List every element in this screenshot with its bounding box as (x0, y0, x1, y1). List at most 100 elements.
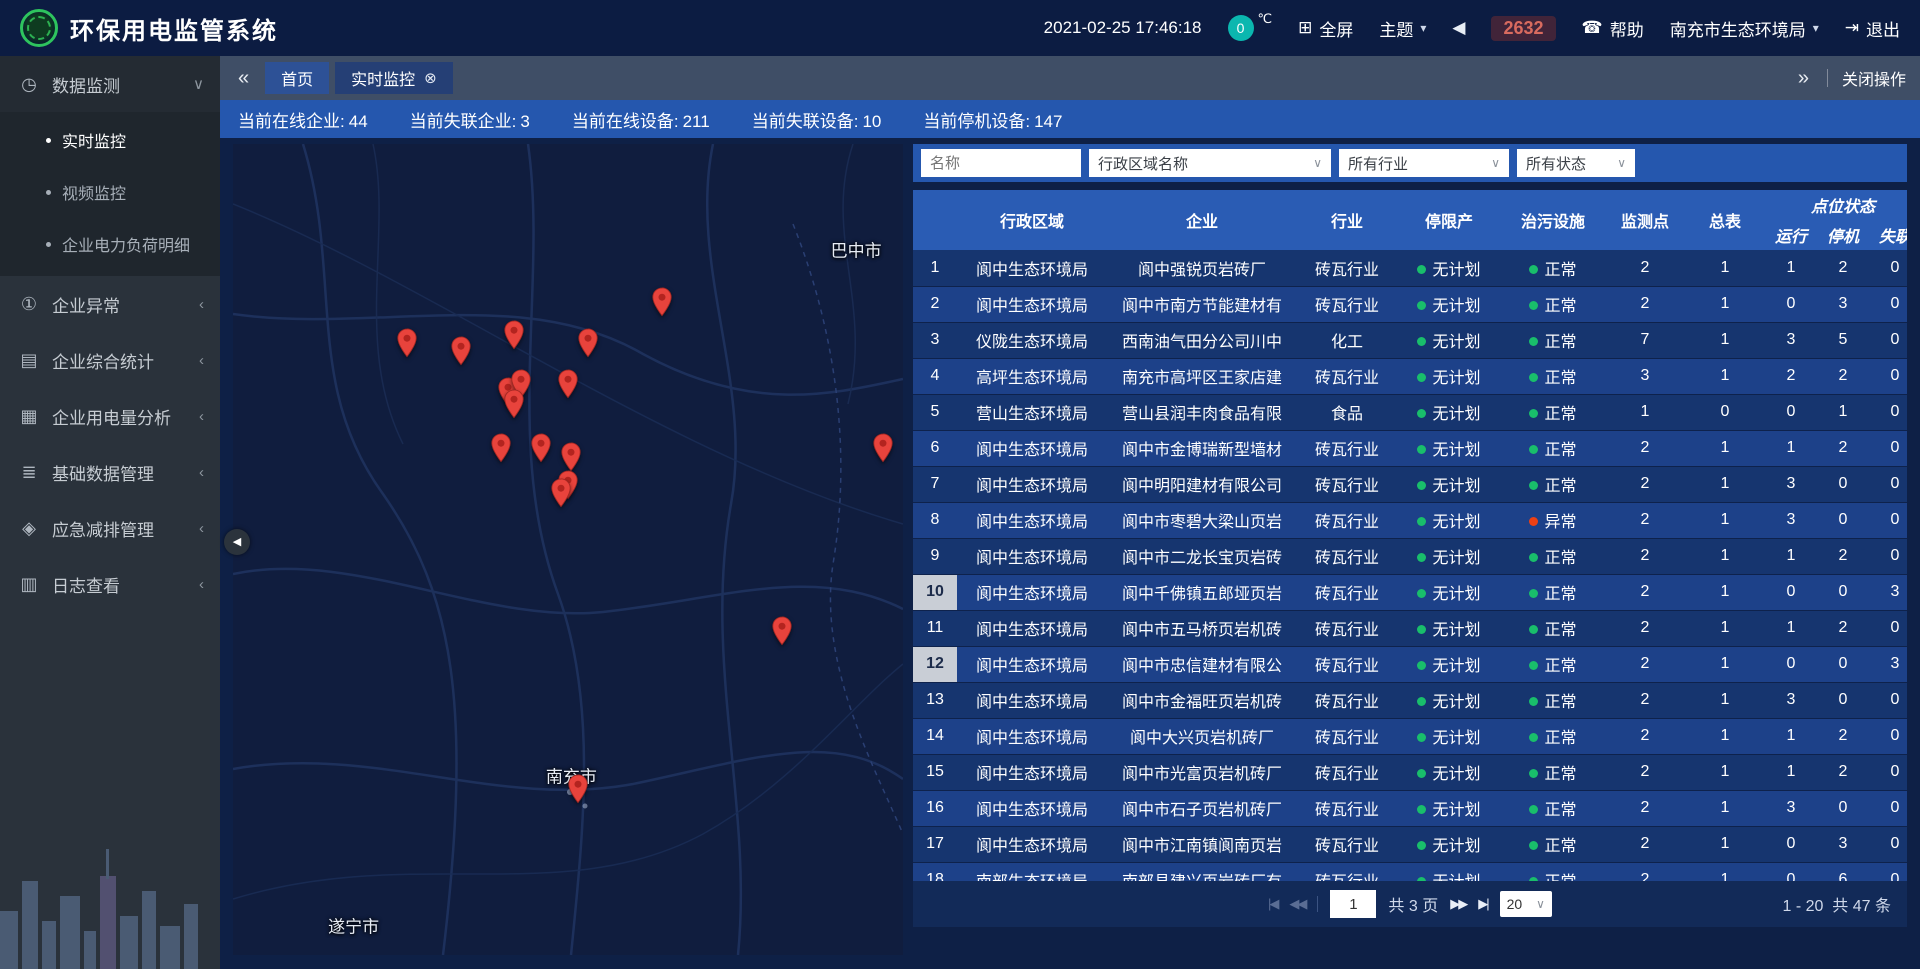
cell-lost-count: 0 (1869, 538, 1907, 574)
sidebar-subitem-0-0[interactable]: 实时监控 (0, 114, 220, 166)
sidebar-item-5[interactable]: ◈应急减排管理‹ (0, 500, 220, 556)
tab-0[interactable]: 首页 (265, 62, 329, 94)
map-pin-icon[interactable] (531, 433, 552, 468)
map-pin-icon[interactable] (651, 287, 672, 322)
map[interactable]: 巴中市南充市遂宁市 (233, 144, 903, 955)
cell-monitor-points: 2 (1605, 466, 1685, 502)
col-header-industry: 行业 (1297, 190, 1397, 250)
col-header-limit: 停限产 (1397, 190, 1501, 250)
header-toolbar: 2021-02-25 17:46:18 0 ℃ ⊞ 全屏 主题 ▾ ◀ 2632… (1044, 15, 1900, 41)
bullet-icon (46, 138, 51, 143)
theme-dropdown[interactable]: 主题 ▾ (1379, 16, 1426, 41)
map-pin-icon[interactable] (491, 433, 512, 468)
chevron-left-icon: ‹ (199, 576, 204, 593)
cell-industry: 砖瓦行业 (1297, 646, 1397, 682)
logout-button[interactable]: ⇥ 退出 (1845, 16, 1900, 41)
map-pin-icon[interactable] (872, 433, 893, 468)
cell-company: 营山县润丰肉食品有限 (1107, 394, 1297, 430)
cell-facility-status: 正常 (1501, 862, 1605, 881)
pagination-next-button[interactable]: ▶▶ (1450, 896, 1466, 912)
sidebar-item-3[interactable]: ▦企业用电量分析‹ (0, 388, 220, 444)
sidebar-item-1[interactable]: ①企业异常‹ (0, 276, 220, 332)
status-dot-icon (1529, 373, 1538, 382)
help-button[interactable]: ☎ 帮助 (1582, 16, 1644, 41)
cell-region: 阆中生态环境局 (957, 502, 1107, 538)
pagination-last-button[interactable]: ▶| (1478, 896, 1487, 912)
table-row[interactable]: 11阆中生态环境局阆中市五马桥页岩机砖砖瓦行业无计划正常21120 (913, 610, 1907, 646)
status-filter-select[interactable]: 所有状态 ∨ (1517, 149, 1635, 177)
table-row[interactable]: 2阆中生态环境局阆中市南方节能建材有砖瓦行业无计划正常21030 (913, 286, 1907, 322)
table-row[interactable]: 16阆中生态环境局阆中市石子页岩机砖厂砖瓦行业无计划正常21300 (913, 790, 1907, 826)
table-row[interactable]: 7阆中生态环境局阆中明阳建材有限公司砖瓦行业无计划正常21300 (913, 466, 1907, 502)
pagination-page-input[interactable] (1330, 890, 1376, 918)
cell-total-meters: 0 (1685, 394, 1765, 430)
table-row[interactable]: 10阆中生态环境局阆中千佛镇五郎垭页岩砖瓦行业无计划正常21003 (913, 574, 1907, 610)
cell-limit-status: 无计划 (1397, 790, 1501, 826)
cell-industry: 砖瓦行业 (1297, 430, 1397, 466)
sidebar-subitem-label: 视频监控 (62, 180, 126, 204)
table-row[interactable]: 1阆中生态环境局阆中强锐页岩砖厂砖瓦行业无计划正常21120 (913, 250, 1907, 286)
table-row[interactable]: 17阆中生态环境局阆中市江南镇阆南页岩砖瓦行业无计划正常21030 (913, 826, 1907, 862)
map-pin-icon[interactable] (772, 616, 793, 651)
cell-lost-count: 0 (1869, 826, 1907, 862)
cell-stop-count: 2 (1817, 538, 1869, 574)
close-icon[interactable]: ⊗ (424, 69, 437, 87)
table-row[interactable]: 12阆中生态环境局阆中市忠信建材有限公砖瓦行业无计划正常21003 (913, 646, 1907, 682)
pagination-first-button[interactable]: |◀ (1268, 896, 1277, 912)
cell-company: 阆中市金福旺页岩机砖 (1107, 682, 1297, 718)
table-row[interactable]: 5营山生态环境局营山县润丰肉食品有限食品无计划正常10010 (913, 394, 1907, 430)
org-dropdown[interactable]: 南充市生态环境局 ▾ (1670, 16, 1819, 41)
status-dot-icon (1417, 265, 1426, 274)
table-row[interactable]: 3仪陇生态环境局西南油气田分公司川中化工无计划正常71350 (913, 322, 1907, 358)
status-dot-icon (1529, 733, 1538, 742)
sidebar-item-0[interactable]: ◷数据监测∨ (0, 56, 220, 112)
region-filter-select[interactable]: 行政区域名称 ∨ (1089, 149, 1331, 177)
table-row[interactable]: 18南部生态环境局南部县建兴页岩砖厂有砖瓦行业无计划正常21060 (913, 862, 1907, 881)
page-size-select[interactable]: 20 ∨ (1500, 891, 1552, 917)
collapse-panel-button[interactable]: ◀ (224, 529, 250, 555)
chevron-left-icon: ‹ (199, 408, 204, 425)
name-filter-input[interactable] (921, 149, 1081, 177)
sidebar-item-4[interactable]: ≣基础数据管理‹ (0, 444, 220, 500)
announcement-icon[interactable]: ◀ (1452, 18, 1465, 38)
table-row[interactable]: 6阆中生态环境局阆中市金博瑞新型墙材砖瓦行业无计划正常21120 (913, 430, 1907, 466)
cell-facility-status: 正常 (1501, 682, 1605, 718)
map-pin-icon[interactable] (504, 320, 525, 355)
map-pin-icon[interactable] (397, 328, 418, 363)
table-row[interactable]: 4高坪生态环境局南充市高坪区王家店建砖瓦行业无计划正常31220 (913, 358, 1907, 394)
close-operations-button[interactable]: 关闭操作 (1842, 66, 1906, 90)
pagination-prev-button[interactable]: ◀◀ (1289, 896, 1305, 912)
row-number: 7 (913, 466, 957, 502)
table-row[interactable]: 9阆中生态环境局阆中市二龙长宝页岩砖砖瓦行业无计划正常21120 (913, 538, 1907, 574)
table-row[interactable]: 13阆中生态环境局阆中市金福旺页岩机砖砖瓦行业无计划正常21300 (913, 682, 1907, 718)
sidebar-item-2[interactable]: ▤企业综合统计‹ (0, 332, 220, 388)
main-area: « 首页实时监控⊗ » 关闭操作 当前在线企业:44当前失联企业:3当前在线设备… (220, 56, 1920, 969)
row-number: 11 (913, 610, 957, 646)
sidebar-item-label: 数据监测 (52, 72, 120, 97)
map-pin-icon[interactable] (504, 389, 525, 424)
scroll-tabs-left-button[interactable]: « (234, 67, 253, 90)
tab-1[interactable]: 实时监控⊗ (335, 62, 453, 94)
cell-industry: 砖瓦行业 (1297, 538, 1397, 574)
col-header-region: 行政区域 (957, 190, 1107, 250)
status-dot-icon (1529, 301, 1538, 310)
map-pin-icon[interactable] (551, 478, 572, 513)
row-number: 3 (913, 322, 957, 358)
table-row[interactable]: 14阆中生态环境局阆中大兴页岩机砖厂砖瓦行业无计划正常21120 (913, 718, 1907, 754)
sidebar-subitem-0-1[interactable]: 视频监控 (0, 166, 220, 218)
map-pin-icon[interactable] (568, 774, 589, 809)
cell-lost-count: 0 (1869, 430, 1907, 466)
map-pin-icon[interactable] (558, 369, 579, 404)
industry-filter-select[interactable]: 所有行业 ∨ (1339, 149, 1509, 177)
tab-list: 首页实时监控⊗ (265, 62, 453, 94)
fullscreen-button[interactable]: ⊞ 全屏 (1298, 16, 1353, 41)
cell-total-meters: 1 (1685, 286, 1765, 322)
table-row[interactable]: 15阆中生态环境局阆中市光富页岩机砖厂砖瓦行业无计划正常21120 (913, 754, 1907, 790)
map-pin-icon[interactable] (578, 328, 599, 363)
sidebar-subitem-0-2[interactable]: 企业电力负荷明细 (0, 218, 220, 270)
map-pin-icon[interactable] (450, 336, 471, 371)
scroll-tabs-right-button[interactable]: » (1794, 67, 1813, 90)
table-row[interactable]: 8阆中生态环境局阆中市枣碧大梁山页岩砖瓦行业无计划异常21300 (913, 502, 1907, 538)
sidebar-item-6[interactable]: ▥日志查看‹ (0, 556, 220, 612)
col-header-run: 运行 (1765, 220, 1817, 250)
